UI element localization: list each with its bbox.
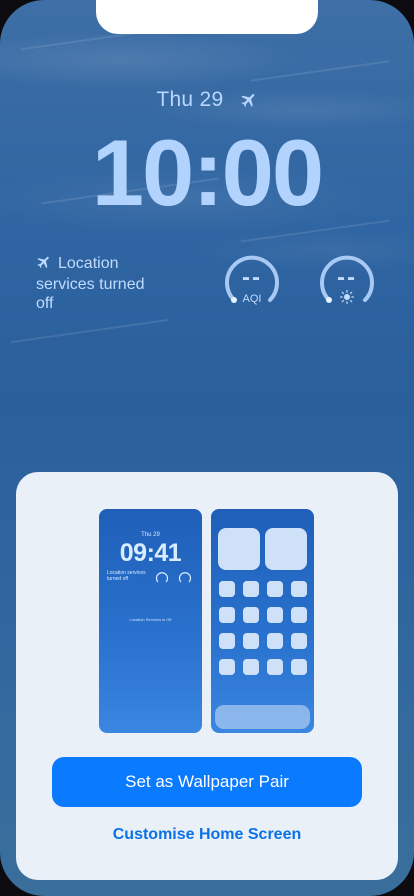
cloud-streak: [20, 31, 140, 51]
app-icon: [243, 607, 259, 623]
app-icon: [219, 633, 235, 649]
app-icon: [291, 607, 307, 623]
sun-icon: [339, 289, 355, 309]
set-wallpaper-pair-button[interactable]: Set as Wallpaper Pair: [52, 757, 362, 807]
notch: [96, 0, 318, 34]
app-icon: [219, 659, 235, 675]
app-icon: [267, 607, 283, 623]
aqi-caption: AQI: [242, 293, 262, 305]
preview-gauge-icon: [178, 572, 192, 583]
location-text: Location services turned off: [36, 255, 145, 312]
app-icon: [291, 581, 307, 597]
cloud-streak: [10, 318, 170, 344]
app-icon: [243, 659, 259, 675]
preview-location-text: Location services turned off: [107, 570, 146, 582]
aqi-widget[interactable]: -- AQI: [222, 252, 282, 312]
app-icon: [219, 607, 235, 623]
preview-date: Thu 29: [141, 532, 160, 538]
clock: 10:00: [91, 120, 324, 225]
widget-placeholder: [218, 528, 260, 570]
cloud-streak: [250, 60, 390, 82]
aqi-value: --: [242, 264, 262, 291]
app-icon: [243, 581, 259, 597]
app-icon: [267, 659, 283, 675]
preview-gauge-icon: [155, 572, 169, 583]
app-icon: [291, 633, 307, 649]
app-icon: [267, 633, 283, 649]
date-row: Thu 29: [0, 88, 414, 115]
lock-screen: Thu 29 10:00 Location services turned of…: [0, 0, 414, 896]
app-icon: [291, 659, 307, 675]
wallpaper-pair-sheet: Thu 29 09:41 Location services turned of…: [16, 472, 398, 880]
airplane-icon: [36, 254, 52, 275]
home-screen-preview[interactable]: [211, 509, 314, 733]
uv-widget[interactable]: --: [317, 252, 377, 312]
lock-screen-preview[interactable]: Thu 29 09:41 Location services turned of…: [99, 509, 202, 733]
app-icon: [267, 581, 283, 597]
app-icon: [243, 633, 259, 649]
dock: [215, 705, 310, 729]
app-icon: [219, 581, 235, 597]
preview-footer: Location Services is Off: [129, 617, 172, 622]
widget-placeholder: [265, 528, 307, 570]
preview-time: 09:41: [119, 539, 182, 567]
location-status: Location services turned off: [36, 254, 166, 313]
uv-value: --: [337, 264, 357, 291]
customise-home-screen-button[interactable]: Customise Home Screen: [52, 822, 362, 848]
date-label: Thu 29: [156, 88, 224, 111]
airplane-icon: [240, 91, 258, 115]
